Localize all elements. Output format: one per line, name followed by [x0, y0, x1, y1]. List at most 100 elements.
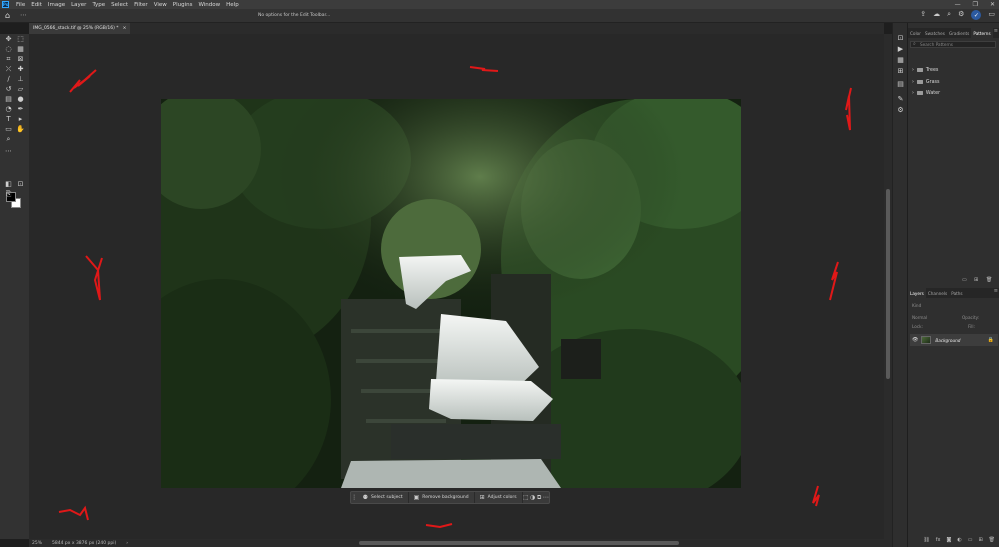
history-brush-icon[interactable]: ↺ — [4, 85, 13, 94]
status-chevron-icon[interactable]: › — [126, 541, 128, 546]
link-layers-icon[interactable]: ⛓ — [923, 537, 929, 545]
mask-icon[interactable]: ◙ — [946, 537, 951, 545]
horizontal-scrollbar[interactable] — [29, 539, 892, 547]
zoom-level[interactable]: 25% — [32, 541, 42, 546]
adjustment-layer-icon[interactable]: ◐ — [957, 537, 961, 545]
menu-select[interactable]: Select — [108, 2, 131, 8]
lasso-tool-icon[interactable]: ◌ — [4, 45, 13, 54]
tab-color[interactable]: Color — [908, 28, 923, 38]
eyedropper-tool-icon[interactable]: ⤫ — [4, 65, 13, 74]
vertical-scrollbar[interactable] — [884, 34, 892, 539]
object-select-icon[interactable]: ▦ — [16, 45, 25, 54]
tab-layers[interactable]: Layers — [908, 288, 926, 298]
new-pattern-icon[interactable]: ⊞ — [974, 277, 978, 283]
settings-icon[interactable]: ⚙ — [958, 10, 964, 20]
cloud-icon[interactable]: ☁ — [933, 10, 940, 20]
tab-swatches[interactable]: Swatches — [923, 28, 947, 38]
menu-file[interactable]: File — [13, 2, 28, 8]
home-icon[interactable]: ⌂ — [5, 11, 10, 20]
blend-mode-select[interactable]: Normal — [912, 315, 927, 320]
tab-patterns[interactable]: Patterns — [971, 28, 993, 38]
menu-layer[interactable]: Layer — [68, 2, 89, 8]
spot-heal-icon[interactable]: ✚ — [16, 65, 25, 74]
document-tab[interactable]: IMG_0566_stack.tif @ 25% (RGB/16) * × — [29, 23, 131, 34]
stamp-tool-icon[interactable]: ⊥ — [16, 75, 25, 84]
play-actions-icon[interactable]: ▶ — [896, 44, 905, 53]
adjust-colors-button[interactable]: ⊞ Adjust colors — [475, 492, 523, 503]
waterfall-photo[interactable] — [161, 99, 741, 488]
new-group-icon[interactable]: ▭ — [968, 537, 973, 545]
move-tool-icon[interactable]: ✥ — [4, 35, 13, 44]
menu-edit[interactable]: Edit — [28, 2, 45, 8]
tab-channels[interactable]: Channels — [926, 288, 949, 298]
minimize-button[interactable]: — — [955, 1, 961, 8]
pattern-folder-water[interactable]: › Water — [912, 88, 996, 98]
tab-paths[interactable]: Paths — [949, 288, 964, 298]
pen-tool-icon[interactable]: ✒ — [16, 105, 25, 114]
search-icon[interactable]: ⌕ — [947, 10, 951, 20]
share-icon[interactable]: ⇪ — [920, 10, 926, 20]
edit-toolbar-icon[interactable]: ⋯ — [4, 147, 13, 156]
delete-layer-icon[interactable]: 🗑 — [989, 537, 995, 545]
more-options-icon[interactable]: ⋯ — [20, 11, 28, 19]
crop-tool-icon[interactable]: ⌗ — [4, 55, 13, 64]
properties-icon[interactable]: ⊡ — [896, 33, 905, 42]
brush-tool-icon[interactable]: ∕ — [4, 75, 13, 84]
tab-gradients[interactable]: Gradients — [947, 28, 971, 38]
menu-help[interactable]: Help — [223, 2, 242, 8]
zoom-tool-icon[interactable]: ⌕ — [4, 135, 13, 144]
remove-background-button[interactable]: ▣ Remove background — [409, 492, 475, 503]
crop-icon[interactable]: ⧉ — [536, 492, 543, 503]
lock-icon[interactable]: 🔒 — [988, 337, 994, 343]
vertical-scroll-thumb[interactable] — [886, 189, 890, 379]
menu-type[interactable]: Type — [89, 2, 108, 8]
patterns-search-input[interactable]: ⌕ Search Patterns — [910, 41, 996, 48]
account-avatar[interactable]: ✓ — [971, 10, 982, 20]
hand-tool-icon[interactable]: ✋ — [16, 125, 25, 134]
fx-icon[interactable]: fx — [936, 537, 941, 545]
panel-menu-icon[interactable]: ≡ — [994, 28, 998, 34]
eraser-tool-icon[interactable]: ▱ — [16, 85, 25, 94]
libraries-icon[interactable]: ▦ — [896, 55, 905, 64]
screen-mode-icon[interactable]: ⊡ — [16, 180, 25, 189]
delete-pattern-icon[interactable]: 🗑 — [986, 277, 992, 283]
brush-settings-icon[interactable]: ✎ — [896, 94, 905, 103]
new-group-icon[interactable]: ▭ — [962, 277, 967, 283]
menu-window[interactable]: Window — [195, 2, 223, 8]
kind-filter[interactable]: Kind — [912, 303, 921, 308]
document-tab-close-icon[interactable]: × — [123, 26, 127, 31]
workspace-icon[interactable]: ▭ — [988, 10, 995, 20]
artboard-tool-icon[interactable]: ⬚ — [16, 35, 25, 44]
select-subject-button[interactable]: ⚉ Select subject — [358, 492, 409, 503]
new-layer-icon[interactable]: ⊞ — [978, 537, 982, 545]
horizontal-scroll-thumb[interactable] — [359, 541, 679, 545]
path-select-icon[interactable]: ▸ — [16, 115, 25, 124]
transform-icon[interactable]: ⬚ — [523, 492, 530, 503]
close-window-button[interactable]: ✕ — [990, 1, 995, 8]
maximize-button[interactable]: ❐ — [973, 1, 978, 8]
pattern-folder-grass[interactable]: › Grass — [912, 77, 996, 87]
menu-view[interactable]: View — [151, 2, 170, 8]
taskbar-drag-handle-icon[interactable]: ⋮ — [351, 492, 358, 503]
blur-tool-icon[interactable]: ● — [16, 95, 25, 104]
menu-plugins[interactable]: Plugins — [170, 2, 196, 8]
layers-menu-icon[interactable]: ≡ — [994, 288, 998, 294]
comments-icon[interactable]: ▤ — [896, 79, 905, 88]
quick-mask-icon[interactable]: ◧ — [4, 180, 13, 189]
contrast-icon[interactable]: ◑ — [529, 492, 536, 503]
generative-icon[interactable]: ⎘ — [4, 190, 13, 199]
frame-tool-icon[interactable]: ⊠ — [16, 55, 25, 64]
more-icon[interactable]: ⋯ — [542, 492, 549, 503]
window-controls: — ❐ ✕ — [955, 0, 995, 9]
type-tool-icon[interactable]: T — [4, 115, 13, 124]
rectangle-tool-icon[interactable]: ▭ — [4, 125, 13, 134]
eye-icon[interactable]: 👁 — [912, 337, 918, 343]
history-icon[interactable]: ⊞ — [896, 66, 905, 75]
menu-filter[interactable]: Filter — [131, 2, 151, 8]
menu-image[interactable]: Image — [45, 2, 68, 8]
gradient-tool-icon[interactable]: ▤ — [4, 95, 13, 104]
layer-row-background[interactable]: 👁 Background 🔒 — [910, 334, 998, 346]
dodge-tool-icon[interactable]: ◔ — [4, 105, 13, 114]
adjustments-icon[interactable]: ⚙ — [896, 105, 905, 114]
pattern-folder-trees[interactable]: › Trees — [912, 65, 996, 75]
